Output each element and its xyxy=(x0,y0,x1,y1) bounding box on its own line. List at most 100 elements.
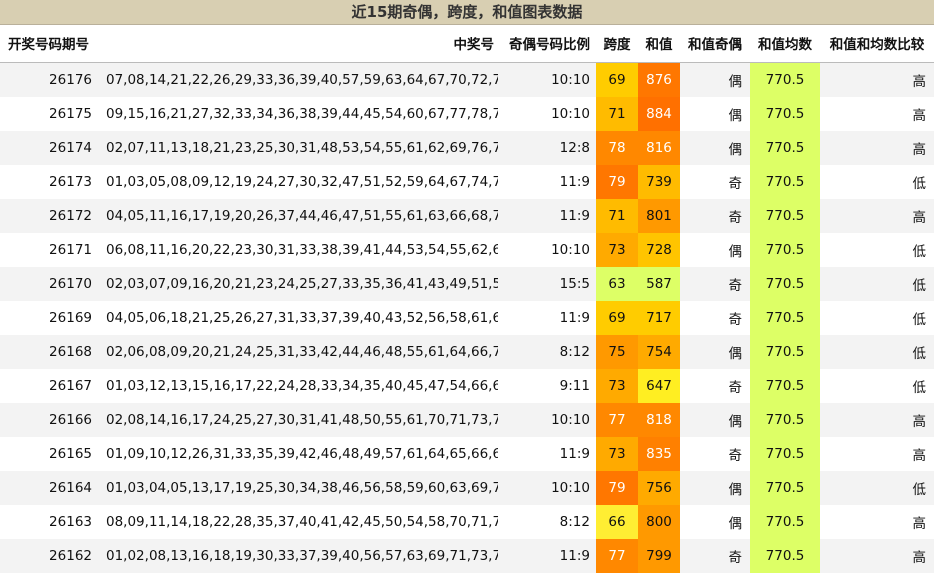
table-row: 26176 07,08,14,21,22,26,29,33,36,39,40,57… xyxy=(0,62,934,97)
cell-parity: 奇 xyxy=(728,447,743,464)
cell-avg: 770.5 xyxy=(750,232,820,267)
cell-sum: 818 xyxy=(638,402,680,437)
cell-sum: 835 xyxy=(638,436,680,471)
cell-span: 69 xyxy=(596,62,638,97)
cell-parity: 偶 xyxy=(728,141,743,158)
cell-span: 75 xyxy=(596,334,638,369)
cell-parity: 奇 xyxy=(728,175,743,192)
cell-span: 77 xyxy=(596,402,638,437)
cell-compare: 高 xyxy=(912,107,927,124)
cell-compare: 高 xyxy=(912,73,927,90)
table-row: 26174 02,07,11,13,18,21,23,25,30,31,48,53… xyxy=(0,130,934,165)
cell-compare: 低 xyxy=(912,481,927,498)
cell-numbers: 01,02,08,13,16,18,19,30,33,37,39,40,56,5… xyxy=(106,547,498,564)
cell-numbers: 01,03,05,08,09,12,19,24,27,30,32,47,51,5… xyxy=(106,173,498,190)
cell-parity: 偶 xyxy=(728,481,743,498)
cell-parity: 偶 xyxy=(728,413,743,430)
cell-compare: 低 xyxy=(912,277,927,294)
cell-ratio: 11:9 xyxy=(559,173,590,190)
cell-span: 77 xyxy=(596,538,638,573)
cell-issue: 26162 xyxy=(49,547,92,564)
cell-compare: 高 xyxy=(912,209,927,226)
cell-compare: 高 xyxy=(912,549,927,566)
cell-numbers: 02,07,11,13,18,21,23,25,30,31,48,53,54,5… xyxy=(106,139,498,156)
cell-avg: 770.5 xyxy=(750,368,820,403)
cell-span: 78 xyxy=(596,130,638,165)
cell-parity: 偶 xyxy=(728,73,743,90)
cell-parity: 奇 xyxy=(728,209,743,226)
cell-parity: 奇 xyxy=(728,311,743,328)
cell-span: 79 xyxy=(596,470,638,505)
cell-issue: 26170 xyxy=(49,275,92,292)
cell-ratio: 11:9 xyxy=(559,309,590,326)
cell-issue: 26173 xyxy=(49,173,92,190)
table-title: 近15期奇偶，跨度，和值图表数据 xyxy=(0,0,934,25)
table-row: 26164 01,03,04,05,13,17,19,25,30,34,38,46… xyxy=(0,470,934,505)
cell-compare: 低 xyxy=(912,175,927,192)
cell-avg: 770.5 xyxy=(750,436,820,471)
table-row: 26168 02,06,08,09,20,21,24,25,31,33,42,44… xyxy=(0,334,934,369)
cell-span: 79 xyxy=(596,164,638,199)
cell-ratio: 12:8 xyxy=(559,139,590,156)
cell-issue: 26167 xyxy=(49,377,92,394)
cell-avg: 770.5 xyxy=(750,96,820,131)
cell-numbers: 01,03,12,13,15,16,17,22,24,28,33,34,35,4… xyxy=(106,377,498,394)
cell-issue: 26172 xyxy=(49,207,92,224)
cell-issue: 26163 xyxy=(49,513,92,530)
cell-avg: 770.5 xyxy=(750,300,820,335)
cell-numbers: 01,09,10,12,26,31,33,35,39,42,46,48,49,5… xyxy=(106,445,498,462)
table-row: 26169 04,05,06,18,21,25,26,27,31,33,37,39… xyxy=(0,300,934,335)
cell-avg: 770.5 xyxy=(750,470,820,505)
header-parity: 和值奇偶 xyxy=(680,25,750,63)
header-sum: 和值 xyxy=(638,25,680,63)
cell-parity: 偶 xyxy=(728,243,743,260)
header-numbers: 中奖号 xyxy=(102,25,498,63)
cell-compare: 高 xyxy=(912,141,927,158)
header-issue: 开奖号码期号 xyxy=(0,25,102,63)
cell-ratio: 15:5 xyxy=(559,275,590,292)
cell-parity: 奇 xyxy=(728,277,743,294)
cell-span: 73 xyxy=(596,368,638,403)
cell-avg: 770.5 xyxy=(750,402,820,437)
table-row: 26162 01,02,08,13,16,18,19,30,33,37,39,40… xyxy=(0,538,934,573)
table-row: 26175 09,15,16,21,27,32,33,34,36,38,39,44… xyxy=(0,96,934,131)
table-row: 26167 01,03,12,13,15,16,17,22,24,28,33,34… xyxy=(0,368,934,403)
cell-issue: 26169 xyxy=(49,309,92,326)
cell-avg: 770.5 xyxy=(750,538,820,573)
cell-ratio: 10:10 xyxy=(551,411,590,428)
cell-parity: 偶 xyxy=(728,515,743,532)
cell-numbers: 02,03,07,09,16,20,21,23,24,25,27,33,35,3… xyxy=(106,275,498,292)
cell-ratio: 8:12 xyxy=(559,513,590,530)
cell-avg: 770.5 xyxy=(750,62,820,97)
cell-sum: 876 xyxy=(638,62,680,97)
table-row: 26163 08,09,11,14,18,22,28,35,37,40,41,42… xyxy=(0,504,934,539)
cell-compare: 低 xyxy=(912,379,927,396)
header-compare: 和值和均数比较 xyxy=(820,25,934,63)
cell-span: 69 xyxy=(596,300,638,335)
cell-sum: 799 xyxy=(638,538,680,573)
cell-avg: 770.5 xyxy=(750,504,820,539)
cell-issue: 26165 xyxy=(49,445,92,462)
cell-parity: 奇 xyxy=(728,549,743,566)
cell-numbers: 02,06,08,09,20,21,24,25,31,33,42,44,46,4… xyxy=(106,343,498,360)
cell-ratio: 10:10 xyxy=(551,479,590,496)
cell-parity: 奇 xyxy=(728,379,743,396)
cell-avg: 770.5 xyxy=(750,164,820,199)
cell-avg: 770.5 xyxy=(750,266,820,301)
cell-avg: 770.5 xyxy=(750,198,820,233)
cell-sum: 801 xyxy=(638,198,680,233)
cell-issue: 26164 xyxy=(49,479,92,496)
cell-ratio: 9:11 xyxy=(559,377,590,394)
table-row: 26165 01,09,10,12,26,31,33,35,39,42,46,48… xyxy=(0,436,934,471)
cell-sum: 739 xyxy=(638,164,680,199)
cell-span: 73 xyxy=(596,436,638,471)
cell-numbers: 09,15,16,21,27,32,33,34,36,38,39,44,45,5… xyxy=(106,105,498,122)
header-avg: 和值均数 xyxy=(750,25,820,63)
cell-compare: 低 xyxy=(912,311,927,328)
cell-span: 63 xyxy=(596,266,638,301)
cell-avg: 770.5 xyxy=(750,130,820,165)
cell-ratio: 10:10 xyxy=(551,71,590,88)
cell-numbers: 01,03,04,05,13,17,19,25,30,34,38,46,56,5… xyxy=(106,479,498,496)
cell-issue: 26176 xyxy=(49,71,92,88)
cell-compare: 高 xyxy=(912,413,927,430)
